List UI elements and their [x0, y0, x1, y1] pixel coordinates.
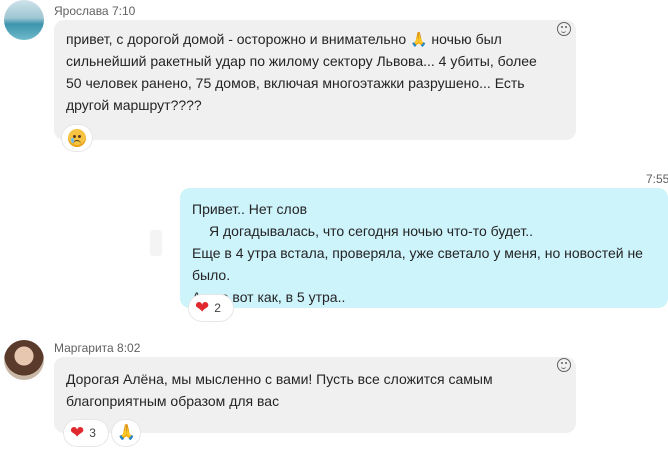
- avatar-yaroslava[interactable]: [4, 0, 44, 40]
- message-bubble-outgoing[interactable]: Привет.. Нет слов Я догадывалась, что се…: [180, 188, 668, 308]
- message-time: 7:10: [111, 4, 136, 18]
- reaction-chip-heart[interactable]: ❤ 3: [64, 420, 108, 446]
- message-line: А оно вот как, в 5 утра..: [192, 289, 346, 305]
- message-line: Я догадывалась, что сегодня ночью что-то…: [209, 223, 534, 239]
- reaction-chip-heart[interactable]: ❤ 2: [189, 295, 233, 321]
- message-line: 50 человек ранено, 75 домов, включая мно…: [66, 75, 525, 91]
- sender-name: Маргарита: [54, 341, 114, 355]
- message-line: благоприятным образом для вас: [66, 393, 280, 409]
- message-header-yaroslava: Ярослава 7:10: [54, 4, 135, 18]
- sender-name: Ярослава: [54, 4, 109, 18]
- sad-tear-face-icon: [68, 129, 86, 147]
- heart-icon: ❤: [195, 298, 210, 317]
- message-bubble-yaroslava[interactable]: привет, с дорогой домой - осторожно и вн…: [54, 20, 576, 140]
- message-actions-handle[interactable]: [150, 230, 162, 256]
- message-line: привет, с дорогой домой - осторожно и вн…: [66, 31, 502, 47]
- heart-icon: ❤: [70, 423, 85, 442]
- reaction-count: 2: [214, 301, 221, 315]
- message-line: другой маршрут????: [66, 97, 202, 113]
- message-line: Еще в 4 утра встала, проверяла, уже свет…: [192, 245, 643, 283]
- message-line: Привет.. Нет слов: [192, 201, 308, 217]
- message-header-margarita: Маргарита 8:02: [54, 341, 140, 355]
- reaction-chip-sad[interactable]: [62, 125, 92, 151]
- message-line: сильнейший ракетный удар по жилому секто…: [66, 53, 537, 69]
- add-reaction-icon[interactable]: [557, 358, 571, 372]
- reaction-chip-folded-hands[interactable]: 🙏: [112, 420, 140, 446]
- folded-hands-emoji: 🙏: [410, 31, 428, 47]
- reaction-count: 3: [89, 426, 96, 440]
- avatar-margarita[interactable]: [4, 340, 44, 380]
- add-reaction-icon[interactable]: [557, 22, 571, 36]
- message-time-outgoing: 7:55: [646, 172, 668, 186]
- folded-hands-icon: 🙏: [117, 424, 136, 441]
- message-line: Дорогая Алёна, мы мысленно с вами! Пусть…: [66, 371, 493, 387]
- message-time: 8:02: [117, 341, 141, 355]
